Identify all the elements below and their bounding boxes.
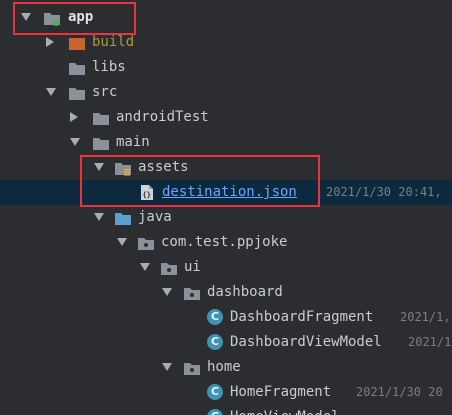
package-icon [160, 260, 178, 275]
tree-node-label: ui [184, 259, 201, 275]
tree-node-label: main [116, 134, 150, 150]
tree-node-dashboard[interactable]: dashboard [0, 280, 452, 305]
tree-node-java[interactable]: java [0, 205, 452, 230]
tree-node-label: DashboardFragment [230, 309, 374, 325]
class-icon: C [207, 409, 223, 415]
tree-node-label: androidTest [116, 109, 209, 125]
tree-node-home-viewmodel[interactable]: C HomeViewModel [0, 405, 452, 415]
tree-node-dashboard-viewmodel[interactable]: C DashboardViewModel 2021/1 [0, 330, 452, 355]
highlight-box-app [13, 2, 136, 35]
highlight-box-assets [80, 155, 320, 207]
tree-node-label: java [138, 209, 172, 225]
file-modified-time: 2021/1/30 20 [356, 385, 443, 399]
expanded-arrow-icon[interactable] [94, 213, 104, 221]
project-tree: app build libs src androidTest main asse… [0, 0, 452, 415]
tree-node-label: HomeFragment [230, 384, 332, 400]
source-folder-icon [114, 210, 132, 225]
folder-icon [68, 60, 86, 75]
expanded-arrow-icon[interactable] [162, 363, 172, 371]
tree-node-label: dashboard [207, 284, 283, 300]
tree-node-label: src [92, 84, 118, 100]
class-icon: C [207, 334, 223, 350]
tree-node-label: home [207, 359, 241, 375]
tree-node-androidtest[interactable]: androidTest [0, 105, 452, 130]
tree-node-label: DashboardViewModel [230, 334, 382, 350]
package-icon [183, 360, 201, 375]
tree-node-libs[interactable]: libs [0, 55, 452, 80]
package-icon [137, 235, 155, 250]
file-modified-time: 2021/1 [408, 335, 452, 349]
tree-node-label: libs [92, 59, 126, 75]
tree-node-home-fragment[interactable]: C HomeFragment 2021/1/30 20 [0, 380, 452, 405]
folder-icon [92, 135, 110, 150]
collapsed-arrow-icon[interactable] [46, 37, 54, 47]
package-icon [183, 285, 201, 300]
expanded-arrow-icon[interactable] [70, 138, 80, 146]
class-icon: C [207, 384, 223, 400]
expanded-arrow-icon[interactable] [140, 263, 150, 271]
expanded-arrow-icon[interactable] [162, 288, 172, 296]
folder-icon [68, 85, 86, 100]
tree-node-label: HomeViewModel [230, 405, 340, 415]
tree-node-home[interactable]: home [0, 355, 452, 380]
excluded-folder-icon [68, 35, 86, 50]
tree-node-package[interactable]: com.test.ppjoke [0, 230, 452, 255]
tree-node-main[interactable]: main [0, 130, 452, 155]
folder-icon [92, 110, 110, 125]
tree-node-ui[interactable]: ui [0, 255, 452, 280]
tree-node-src[interactable]: src [0, 80, 452, 105]
file-modified-time: 2021/1/30 20:41, [326, 185, 442, 199]
expanded-arrow-icon[interactable] [46, 88, 56, 96]
tree-node-dashboard-fragment[interactable]: C DashboardFragment 2021/1, [0, 305, 452, 330]
tree-node-label: com.test.ppjoke [161, 234, 288, 250]
collapsed-arrow-icon[interactable] [70, 112, 78, 122]
class-icon: C [207, 309, 223, 325]
expanded-arrow-icon[interactable] [117, 238, 127, 246]
file-modified-time: 2021/1, [400, 310, 451, 324]
